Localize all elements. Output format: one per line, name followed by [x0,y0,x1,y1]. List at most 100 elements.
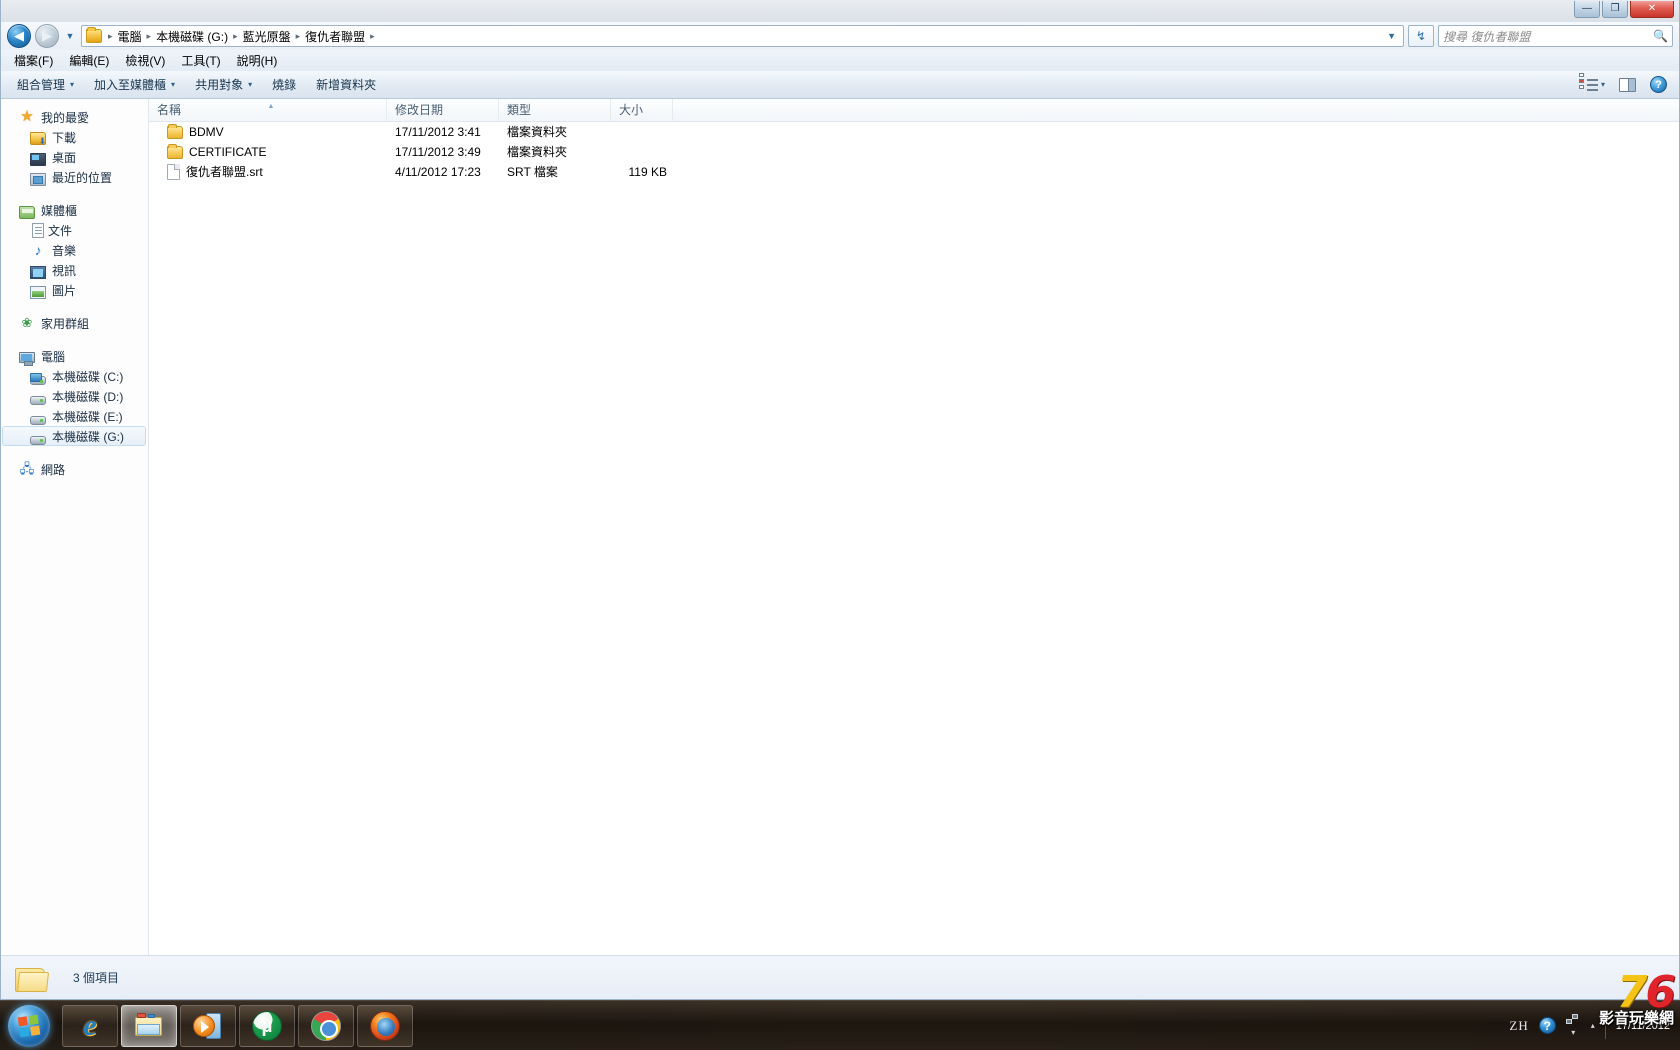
sidebar-item-drive-g[interactable]: 本機磁碟 (G:) [2,426,146,446]
change-view-button[interactable]: ▾ [1565,70,1611,99]
sidebar-item-music[interactable]: ♪ 音樂 [1,240,148,260]
window-title-bar[interactable]: — ❐ ✕ [1,0,1679,22]
file-list-pane[interactable]: 名稱 修改日期 類型 大小 BDMV 17/11/2012 3:41 檔案資料夾… [149,99,1679,955]
menu-tools[interactable]: 工具(T) [174,50,227,71]
breadcrumb-item-1[interactable]: 本機磁碟 (G:) [153,28,231,45]
search-input[interactable]: 搜尋 復仇者聯盟 🔍 [1438,25,1673,47]
table-row[interactable]: 復仇者聯盟.srt 4/11/2012 17:23 SRT 檔案 119 KB [149,162,1679,182]
menu-file[interactable]: 檔案(F) [7,50,60,71]
sidebar-item-drive-e[interactable]: 本機磁碟 (E:) [1,406,148,426]
menu-view[interactable]: 檢視(V) [118,50,172,71]
taskbar-item-google-chrome[interactable] [298,1004,354,1047]
search-placeholder-text: 搜尋 復仇者聯盟 [1443,29,1531,44]
help-button[interactable]: ? [1644,73,1673,96]
start-button[interactable] [2,1003,56,1049]
refresh-button[interactable]: ↯ [1408,25,1434,47]
table-row[interactable]: BDMV 17/11/2012 3:41 檔案資料夾 [149,122,1679,142]
sidebar-item-network[interactable]: 🖧 網路 [1,459,148,479]
nav-group-favorites: ★ 我的最愛 下載 桌面 最近的位置 [1,107,148,187]
view-list-icon [1571,73,1598,96]
breadcrumb-separator-1: ▸ [146,30,152,41]
sidebar-item-recent-places[interactable]: 最近的位置 [1,167,148,187]
chevron-down-icon: ▾ [248,80,253,89]
computer-icon [19,351,35,366]
minimize-button[interactable]: — [1574,1,1600,18]
drive-icon [30,395,46,405]
column-header-name[interactable]: 名稱 [149,99,387,122]
forward-button[interactable]: ▶ [35,24,59,48]
file-type-cell: SRT 檔案 [507,165,558,179]
column-header-type[interactable]: 類型 [499,99,611,122]
new-folder-button[interactable]: 新增資料夾 [306,73,386,96]
sidebar-item-homegroup[interactable]: ❀ 家用群組 [1,313,148,333]
column-header-date-modified[interactable]: 修改日期 [387,99,499,122]
sidebar-item-drive-c[interactable]: 本機磁碟 (C:) [1,366,148,386]
file-type-cell: 檔案資料夾 [507,125,568,139]
close-button[interactable]: ✕ [1630,1,1674,18]
sidebar-item-documents[interactable]: 文件 [1,220,148,240]
sidebar-item-videos[interactable]: 視訊 [1,260,148,280]
file-size-cell [611,142,673,162]
organize-button[interactable]: 組合管理 ▾ [7,73,84,96]
column-header-size[interactable]: 大小 [611,99,673,122]
drive-icon [30,415,46,425]
breadcrumb-item-3[interactable]: 復仇者聯盟 [302,28,368,45]
network-icon: 🖧 [19,461,35,476]
sidebar-item-music-label: 音樂 [52,243,77,258]
sidebar-item-downloads[interactable]: 下載 [1,127,148,147]
include-in-library-button[interactable]: 加入至媒體櫃 ▾ [84,73,185,96]
system-drive-icon [30,372,46,385]
breadcrumb-item-2[interactable]: 藍光原盤 [240,28,294,45]
taskbar-item-mozilla-firefox[interactable] [357,1004,413,1047]
show-hidden-icons-caret-icon[interactable]: ▴ [1591,1021,1595,1030]
sidebar-item-drive-d-label: 本機磁碟 (D:) [52,389,124,404]
nav-header-libraries[interactable]: 媒體櫃 [1,200,148,220]
file-name-cell: 復仇者聯盟.srt [149,162,387,182]
folder-icon [167,123,183,139]
sidebar-item-drive-g-label: 本機磁碟 (G:) [52,429,124,444]
sidebar-item-drive-d[interactable]: 本機磁碟 (D:) [1,386,148,406]
folder-icon [86,27,102,43]
help-tray-icon[interactable]: ? [1538,1017,1556,1034]
recent-pages-caret-icon[interactable]: ▼ [63,31,77,41]
navigation-pane[interactable]: ★ 我的最愛 下載 桌面 最近的位置 [1,99,149,955]
table-row[interactable]: CERTIFICATE 17/11/2012 3:49 檔案資料夾 [149,142,1679,162]
sidebar-item-pictures[interactable]: 圖片 [1,280,148,300]
breadcrumb-separator-3: ▸ [295,30,301,41]
file-date-cell: 17/11/2012 3:49 [395,145,481,159]
chevron-down-icon[interactable]: ▾ [1571,1028,1575,1037]
preview-pane-icon [1619,77,1636,92]
address-dropdown-caret-icon[interactable]: ▼ [1382,31,1401,41]
burn-button[interactable]: 燒錄 [262,73,306,96]
sidebar-item-computer[interactable]: 電腦 [1,346,148,366]
clock-date[interactable]: 17/11/2012 [1616,1019,1674,1033]
library-icon [19,205,35,219]
taskbar-item-internet-explorer[interactable] [62,1004,118,1047]
documents-icon [32,222,44,238]
utorrent-icon [252,1010,282,1041]
system-tray: ZH ? ▾ ▴ 17/11/2012 [1509,1012,1680,1039]
maximize-button[interactable]: ❐ [1602,1,1628,18]
share-with-label: 共用對象 [195,78,244,92]
file-name-text: 復仇者聯盟.srt [186,165,263,179]
breadcrumb-item-0[interactable]: 電腦 [115,28,145,45]
sidebar-item-desktop[interactable]: 桌面 [1,147,148,167]
taskbar-item-windows-explorer[interactable] [121,1004,177,1047]
help-icon: ? [1650,76,1667,93]
show-preview-pane-button[interactable] [1613,75,1642,95]
network-tray-icon[interactable] [1565,1014,1581,1027]
breadcrumb-address-bar[interactable]: ▸ 電腦 ▸ 本機磁碟 (G:) ▸ 藍光原盤 ▸ 復仇者聯盟 ▸ ▼ [81,25,1404,47]
nav-header-favorites[interactable]: ★ 我的最愛 [1,107,148,127]
menu-edit[interactable]: 編輯(E) [62,50,116,71]
taskbar-item-utorrent[interactable] [239,1004,295,1047]
menu-help[interactable]: 說明(H) [230,50,285,71]
sidebar-item-homegroup-label: 家用群組 [41,316,90,331]
taskbar-item-windows-media-player[interactable] [180,1004,236,1047]
share-with-button[interactable]: 共用對象 ▾ [185,73,262,96]
sidebar-item-recent-places-label: 最近的位置 [52,170,113,185]
nav-group-homegroup: ❀ 家用群組 [1,313,148,333]
file-size-cell: 119 KB [628,165,667,179]
ime-indicator[interactable]: ZH [1509,1018,1528,1034]
back-button[interactable]: ◀ [7,24,31,48]
internet-explorer-icon [75,1011,105,1041]
